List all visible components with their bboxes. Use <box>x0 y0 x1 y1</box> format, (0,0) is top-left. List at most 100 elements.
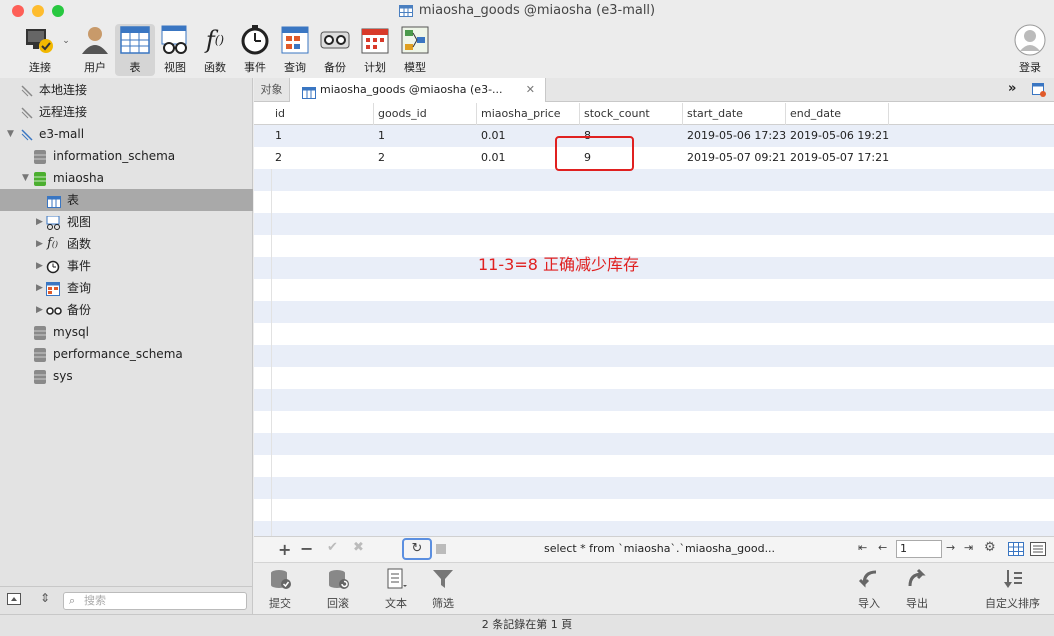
more-tabs-icon[interactable]: » <box>1008 81 1016 96</box>
delete-record-icon[interactable]: − <box>300 539 313 558</box>
column-header-stock-count[interactable]: stock_count <box>580 103 683 125</box>
database-icon <box>34 325 48 340</box>
grid-view-icon[interactable] <box>1008 542 1024 559</box>
sidebar-item-local-connections[interactable]: 本地连接 <box>0 79 253 101</box>
discard-changes-icon[interactable]: ✖ <box>353 540 364 555</box>
sidebar-item-remote-connections[interactable]: 远程连接 <box>0 101 253 123</box>
sort-toggle-icon[interactable]: ⇕ <box>40 591 50 605</box>
column-header-goods-id[interactable]: goods_id <box>374 103 477 125</box>
table-cell[interactable]: 2019-05-06 19:21 <box>786 125 889 147</box>
apply-changes-icon[interactable]: ✔ <box>327 540 338 555</box>
close-window-button[interactable] <box>12 5 24 17</box>
toolbar-event-button[interactable]: 事件 <box>236 24 274 76</box>
gear-icon[interactable]: ⚙ <box>984 540 996 555</box>
connection-group-icon <box>20 83 34 97</box>
table-row[interactable]: 2 2 0.01 9 2019-05-07 09:21 2019-05-07 1… <box>254 147 1054 169</box>
sidebar-item-tables[interactable]: 表 <box>0 189 253 211</box>
previous-page-icon[interactable]: ← <box>878 541 887 554</box>
column-header-id[interactable]: id <box>271 103 374 125</box>
table-cell[interactable]: 1 <box>374 125 477 147</box>
table-cell[interactable]: 2 <box>374 147 477 169</box>
sidebar-item-views[interactable]: ▶ 视图 <box>0 211 253 233</box>
table-icon <box>398 5 413 17</box>
toolbar-backup-button[interactable]: 备份 <box>316 24 354 76</box>
text-view-button[interactable]: 文本 <box>384 567 408 611</box>
custom-sort-label: 自定义排序 <box>985 597 1040 610</box>
sidebar-item-backups[interactable]: ▶ 备份 <box>0 299 253 321</box>
stop-icon[interactable] <box>436 544 446 554</box>
expanded-arrow-icon[interactable]: ▼ <box>7 123 14 145</box>
collapsed-arrow-icon[interactable]: ▶ <box>36 211 43 233</box>
custom-sort-button[interactable]: 自定义排序 <box>985 567 1040 611</box>
empty-row <box>254 433 1054 455</box>
collapsed-arrow-icon[interactable]: ▶ <box>36 233 43 255</box>
empty-row <box>254 411 1054 433</box>
sidebar-item-information-schema[interactable]: information_schema <box>0 145 253 167</box>
collapsed-arrow-icon[interactable]: ▶ <box>36 299 43 321</box>
sidebar-item-label: 表 <box>67 193 80 207</box>
minimize-window-button[interactable] <box>32 5 44 17</box>
sidebar-item-performance-schema[interactable]: performance_schema <box>0 343 253 365</box>
toolbar-view-button[interactable]: 视图 <box>156 24 194 76</box>
toolbar-user-button[interactable]: 用户 <box>76 24 114 76</box>
table-row[interactable]: 1 1 0.01 8 2019-05-06 17:23 2019-05-06 1… <box>254 125 1054 147</box>
last-page-icon[interactable]: ⇥ <box>964 541 973 554</box>
main-panel: 对象 miaosha_goods @miaosha (e3-... ✕ » id… <box>254 78 1054 614</box>
sidebar-item-miaosha[interactable]: ▼ miaosha <box>0 167 253 189</box>
avatar-icon <box>1014 24 1046 56</box>
tab-objects[interactable]: 对象 <box>254 78 290 102</box>
view-icon <box>46 215 60 230</box>
table-cell[interactable]: 2019-05-07 17:21: <box>786 147 889 169</box>
sidebar-item-functions[interactable]: ▶ f() 函数 <box>0 233 253 255</box>
column-header-miaosha-price[interactable]: miaosha_price <box>477 103 580 125</box>
toolbar-schedule-button[interactable]: 计划 <box>356 24 394 76</box>
toolbar-model-button[interactable]: 模型 <box>396 24 434 76</box>
login-button[interactable]: 登录 <box>1010 24 1050 76</box>
rollback-button[interactable]: 回滚 <box>326 567 350 611</box>
first-page-icon[interactable]: ⇤ <box>858 541 867 554</box>
next-page-icon[interactable]: → <box>946 541 955 554</box>
table-cell[interactable]: 1 <box>271 125 374 147</box>
toolbar-function-button[interactable]: f() 函数 <box>196 24 234 76</box>
login-label: 登录 <box>1019 61 1041 74</box>
tab-miaosha-goods[interactable]: miaosha_goods @miaosha (e3-... ✕ <box>290 78 546 102</box>
import-button[interactable]: 导入 <box>857 567 881 611</box>
add-record-icon[interactable]: + <box>278 540 291 559</box>
sql-preview: select * from `miaosha`.`miaosha_good... <box>544 542 776 555</box>
table-cell[interactable]: 2 <box>271 147 374 169</box>
sidebar-item-e3-mall[interactable]: ▼ e3-mall <box>0 123 253 145</box>
collapsed-arrow-icon[interactable]: ▶ <box>36 277 43 299</box>
filter-icon <box>431 567 455 591</box>
expanded-arrow-icon[interactable]: ▼ <box>22 167 29 189</box>
document-icon <box>384 567 408 591</box>
table-cell[interactable]: 2019-05-07 09:21 <box>683 147 786 169</box>
zoom-window-button[interactable] <box>52 5 64 17</box>
column-header-start-date[interactable]: start_date <box>683 103 786 125</box>
toolbar-table-button[interactable]: 表 <box>115 24 155 76</box>
toolbar-label: 函数 <box>204 61 226 74</box>
page-number-input[interactable]: 1 <box>896 540 942 558</box>
toolbar-query-button[interactable]: 查询 <box>276 24 314 76</box>
column-header-end-date[interactable]: end_date <box>786 103 889 125</box>
toolbar-label: 事件 <box>244 61 266 74</box>
toolbar-connection-button[interactable]: 连接 <box>18 24 62 76</box>
table-cell[interactable]: 2019-05-06 17:23 <box>683 125 786 147</box>
sidebar-item-mysql[interactable]: mysql <box>0 321 253 343</box>
toggle-sidebar-icon[interactable] <box>7 593 21 608</box>
filter-label: 筛选 <box>432 597 454 610</box>
sidebar-item-events[interactable]: ▶ 事件 <box>0 255 253 277</box>
database-icon <box>34 347 48 362</box>
commit-button[interactable]: 提交 <box>268 567 292 611</box>
refresh-icon[interactable]: ↻ <box>402 538 432 560</box>
new-tab-icon[interactable] <box>1032 83 1046 100</box>
filter-button[interactable]: 筛选 <box>431 567 455 611</box>
sort-icon <box>1001 567 1025 591</box>
empty-row <box>254 257 1054 279</box>
close-tab-icon[interactable]: ✕ <box>526 78 535 102</box>
sidebar-item-queries[interactable]: ▶ 查询 <box>0 277 253 299</box>
sidebar-item-sys[interactable]: sys <box>0 365 253 387</box>
collapsed-arrow-icon[interactable]: ▶ <box>36 255 43 277</box>
export-button[interactable]: 导出 <box>905 567 929 611</box>
form-view-icon[interactable] <box>1030 542 1046 559</box>
sidebar-search-input[interactable]: ⌕ 搜索 <box>63 592 247 610</box>
